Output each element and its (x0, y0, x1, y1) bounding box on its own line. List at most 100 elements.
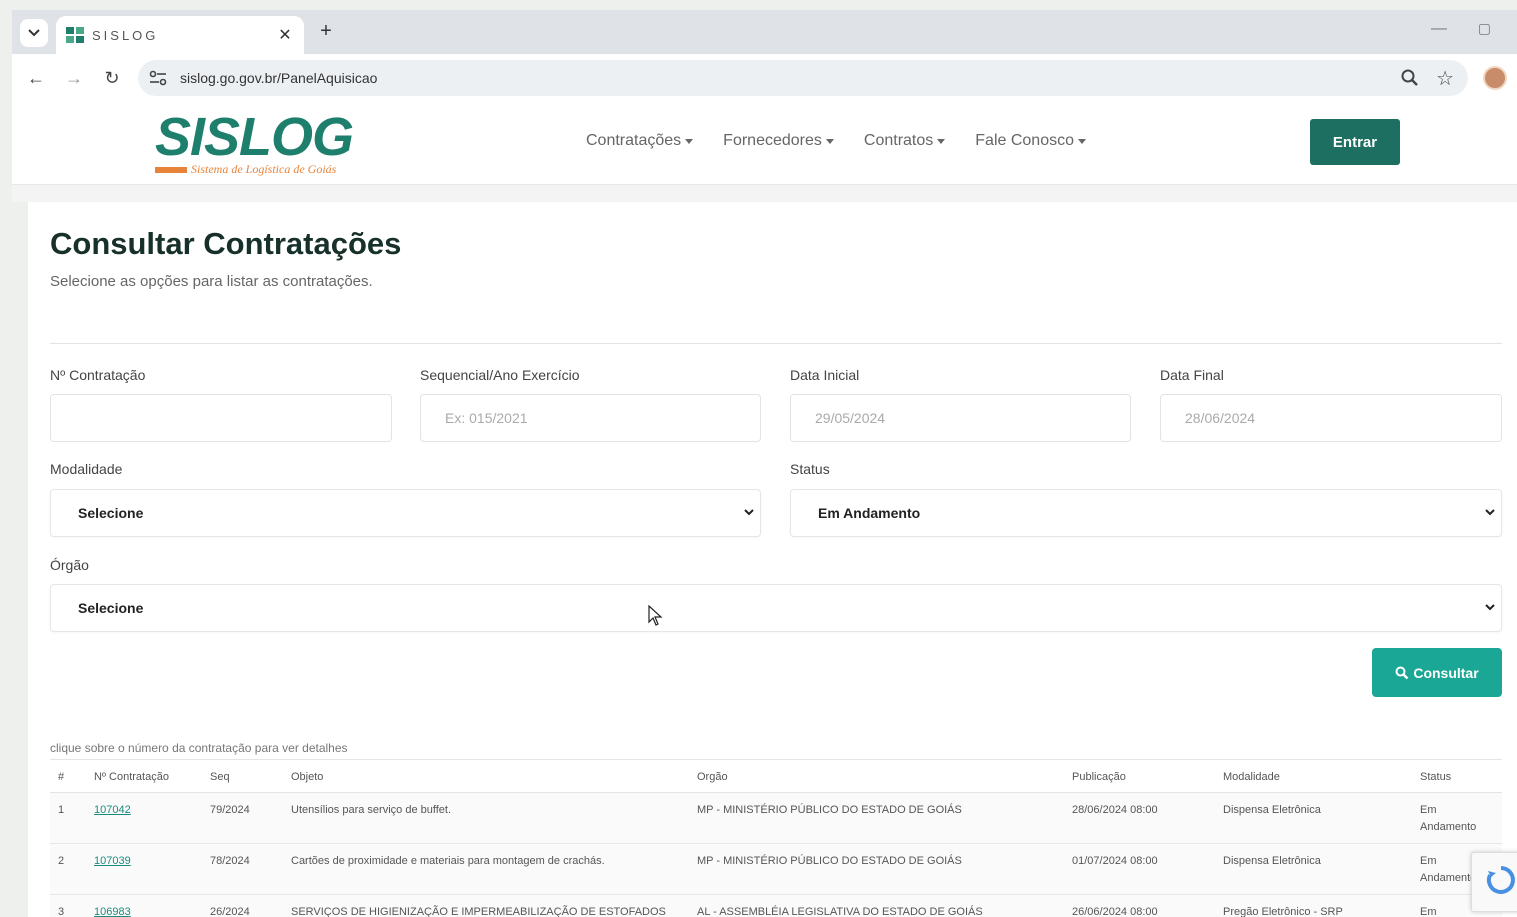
row-modalidade: Dispensa Eletrônica (1223, 804, 1321, 816)
column-header: Objeto (291, 771, 324, 783)
chevron-down-icon (1485, 509, 1495, 516)
site-header: SISLOG Sistema de Logística de Goiás Con… (12, 102, 1517, 184)
orgao-value: Selecione (78, 600, 144, 616)
orgao-label: Órgão (50, 557, 89, 573)
table-row: 3 106983 26/2024 SERVIÇOS DE HIGIENIZAÇÃ… (50, 895, 1502, 917)
zoom-icon[interactable] (1400, 68, 1420, 88)
status-label: Status (790, 461, 830, 477)
consultar-label: Consultar (1413, 664, 1479, 681)
row-objeto: Utensílios para serviço de buffet. (291, 804, 451, 816)
caret-down-icon (937, 138, 946, 144)
status-value: Em Andamento (818, 505, 921, 521)
chevron-down-icon (744, 509, 754, 516)
orgao-select[interactable]: Selecione (50, 584, 1502, 632)
recaptcha-icon (1486, 866, 1515, 894)
tab-list-button[interactable] (20, 19, 48, 47)
data-inicial-input[interactable]: 29/05/2024 (790, 394, 1131, 442)
favicon-icon (66, 27, 84, 43)
sequencial-label: Sequencial/Ano Exercício (420, 367, 580, 383)
status-select[interactable]: Em Andamento (790, 489, 1502, 537)
logo-text: SISLOG (155, 107, 354, 167)
address-bar[interactable]: sislog.go.gov.br/PanelAquisicao ☆ (138, 60, 1468, 96)
contratacao-link[interactable]: 106983 (94, 904, 131, 917)
close-icon[interactable]: ✕ (276, 25, 294, 45)
data-final-input[interactable]: 28/06/2024 (1160, 394, 1502, 442)
caret-down-icon (1077, 138, 1086, 144)
forward-icon[interactable]: → (62, 66, 86, 90)
row-objeto: SERVIÇOS DE HIGIENIZAÇÃO E IMPERMEABILIZ… (291, 906, 666, 917)
search-icon (1395, 666, 1409, 679)
sislog-logo[interactable]: SISLOG Sistema de Logística de Goiás (155, 108, 365, 178)
main-card: Consultar Contratações Selecione as opçõ… (28, 202, 1517, 917)
nav-label: Contratações (586, 132, 682, 149)
logo-accent-bar (155, 167, 187, 173)
row-objeto: Cartões de proximidade e materiais para … (291, 855, 605, 867)
contratacao-link[interactable]: 107039 (94, 853, 131, 870)
nav-label: Fornecedores (723, 132, 822, 149)
nav-contratacoes[interactable]: Contratações (586, 132, 694, 150)
browser-chrome: SISLOG ✕ + — ▢ ← → ↻ sislog.go.gov.br/Pa… (12, 10, 1517, 102)
tab-strip: SISLOG ✕ + — ▢ (12, 10, 1517, 54)
browser-tab[interactable]: SISLOG ✕ (56, 16, 304, 54)
nav-label: Fale Conosco (975, 132, 1074, 149)
main-nav: Contratações Fornecedores Contratos Fale… (586, 132, 1086, 150)
contratacao-input[interactable] (50, 394, 392, 442)
row-status: Em Andamento (1420, 804, 1477, 833)
row-index: 3 (58, 906, 65, 917)
browser-toolbar: ← → ↻ sislog.go.gov.br/PanelAquisicao ☆ (12, 54, 1517, 102)
nav-label: Contratos (863, 132, 934, 149)
row-publicacao: 01/07/2024 08:00 (1072, 855, 1158, 867)
row-orgao: MP - MINISTÉRIO PÚBLICO DO ESTADO DE GOI… (697, 855, 962, 867)
header-band (12, 184, 1517, 202)
caret-down-icon (825, 138, 834, 144)
back-icon[interactable]: ← (24, 66, 48, 90)
results-hint: clique sobre o número da contratação par… (50, 741, 348, 755)
star-icon[interactable]: ☆ (1436, 66, 1454, 91)
table-header: # Nº Contratação Seq Objeto Orgão Public… (50, 760, 1502, 793)
tab-title: SISLOG (92, 27, 159, 43)
data-final-label: Data Final (1160, 367, 1224, 383)
url-text: sislog.go.gov.br/PanelAquisicao (180, 70, 378, 86)
row-seq: 79/2024 (210, 804, 250, 816)
recaptcha-badge[interactable] (1471, 852, 1517, 912)
divider (50, 343, 1502, 344)
consultar-button[interactable]: Consultar (1372, 648, 1502, 697)
row-modalidade: Dispensa Eletrônica (1223, 855, 1321, 867)
column-header: Orgão (697, 771, 728, 783)
modalidade-select[interactable]: Selecione (50, 489, 761, 537)
data-inicial-label: Data Inicial (790, 367, 860, 383)
tab-list-icon (28, 29, 40, 37)
nav-fornecedores[interactable]: Fornecedores (723, 132, 834, 150)
results-table: # Nº Contratação Seq Objeto Orgão Public… (50, 759, 1502, 917)
cursor-icon (648, 605, 663, 626)
column-header: # (58, 771, 65, 783)
page-title: Consultar Contratações (50, 226, 402, 261)
row-orgao: MP - MINISTÉRIO PÚBLICO DO ESTADO DE GOI… (697, 804, 962, 816)
plus-icon[interactable]: + (314, 20, 338, 43)
column-header: Nº Contratação (94, 771, 169, 783)
contratacao-link[interactable]: 107042 (94, 802, 131, 819)
row-orgao: AL - ASSEMBLÉIA LEGISLATIVA DO ESTADO DE… (697, 906, 983, 917)
column-header: Modalidade (1223, 771, 1280, 783)
minimize-icon[interactable]: — (1431, 20, 1447, 38)
table-row: 2 107039 78/2024 Cartões de proximidade … (50, 844, 1502, 895)
nav-fale-conosco[interactable]: Fale Conosco (975, 132, 1086, 150)
maximize-icon[interactable]: ▢ (1478, 20, 1491, 37)
column-header: Status (1420, 771, 1452, 783)
row-index: 1 (58, 804, 65, 816)
chevron-down-icon (1485, 604, 1495, 611)
reload-icon[interactable]: ↻ (100, 66, 124, 90)
row-publicacao: 26/06/2024 08:00 (1072, 906, 1158, 917)
site-settings-icon[interactable] (148, 69, 168, 87)
row-seq: 78/2024 (210, 855, 250, 867)
login-button[interactable]: Entrar (1310, 119, 1400, 165)
profile-icon[interactable] (1483, 66, 1507, 90)
caret-down-icon (685, 138, 694, 144)
row-modalidade: Pregão Eletrônico - SRP (1223, 906, 1343, 917)
page-subtitle: Selecione as opções para listar as contr… (50, 273, 373, 290)
sequencial-input[interactable]: Ex: 015/2021 (420, 394, 761, 442)
table-row: 1 107042 79/2024 Utensílios para serviço… (50, 793, 1502, 844)
modalidade-label: Modalidade (50, 461, 123, 477)
nav-contratos[interactable]: Contratos (863, 132, 946, 150)
modalidade-value: Selecione (78, 505, 144, 521)
